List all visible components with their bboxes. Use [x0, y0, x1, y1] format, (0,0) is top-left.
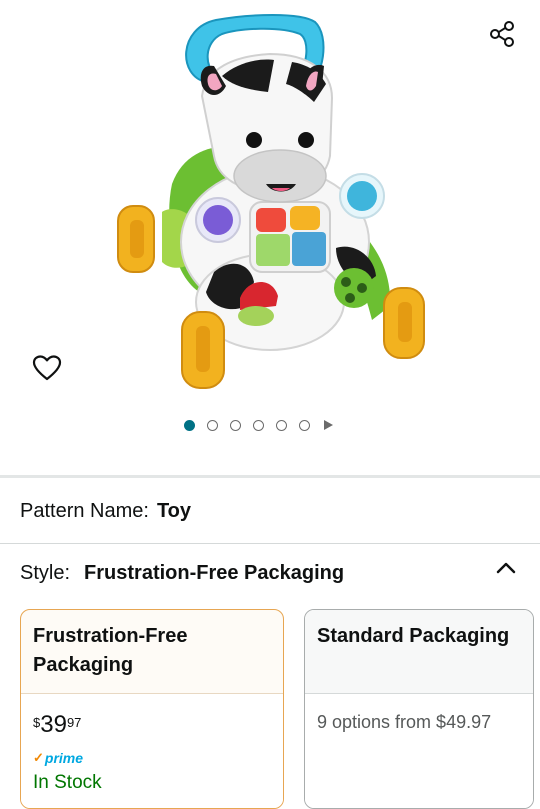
pattern-name-value: Toy [156, 500, 192, 522]
carousel-dot[interactable] [207, 419, 218, 431]
share-button[interactable] [484, 16, 520, 52]
carousel-dot[interactable] [276, 419, 287, 431]
option-title: Frustration-Free Packaging [21, 610, 283, 694]
heart-icon [32, 355, 62, 381]
price: $ 39 97 [33, 712, 271, 738]
style-label: Style: [20, 562, 71, 584]
style-value: Frustration-Free Packaging [84, 562, 345, 584]
carousel-dot[interactable] [184, 419, 195, 431]
image-gallery [0, 0, 540, 475]
add-to-list-button[interactable] [28, 350, 66, 386]
play-icon[interactable] [324, 420, 333, 430]
image-carousel-indicator [184, 417, 333, 433]
chevron-up-icon[interactable] [494, 558, 518, 578]
style-row[interactable]: Style: Frustration-Free Packaging [20, 562, 344, 585]
option-title: Standard Packaging [305, 610, 533, 694]
carousel-dot[interactable] [299, 419, 310, 431]
prime-label: prime [44, 750, 84, 766]
option-details: 9 options from $49.97 [305, 694, 533, 808]
product-image[interactable] [110, 6, 440, 396]
section-divider [0, 475, 540, 478]
option-details: $ 39 97 ✓ prime In Stock [21, 694, 283, 808]
options-summary: 9 options from $49.97 [317, 712, 492, 732]
section-divider [0, 543, 540, 544]
price-fraction: 97 [66, 715, 82, 730]
pattern-name-row: Pattern Name: Toy [20, 500, 191, 523]
carousel-dot[interactable] [253, 419, 264, 431]
style-option-frustration-free[interactable]: Frustration-Free Packaging $ 39 97 ✓ pri… [20, 609, 284, 809]
prime-badge: ✓ prime [33, 750, 271, 766]
price-whole: 39 [40, 711, 67, 738]
pattern-name-label: Pattern Name: [20, 500, 149, 522]
style-option-standard[interactable]: Standard Packaging 9 options from $49.97 [304, 609, 534, 809]
stock-status: In Stock [33, 772, 102, 793]
price-symbol: $ [33, 715, 41, 730]
prime-check-icon: ✓ [33, 750, 44, 765]
carousel-dot[interactable] [230, 419, 241, 431]
share-icon [490, 21, 514, 47]
